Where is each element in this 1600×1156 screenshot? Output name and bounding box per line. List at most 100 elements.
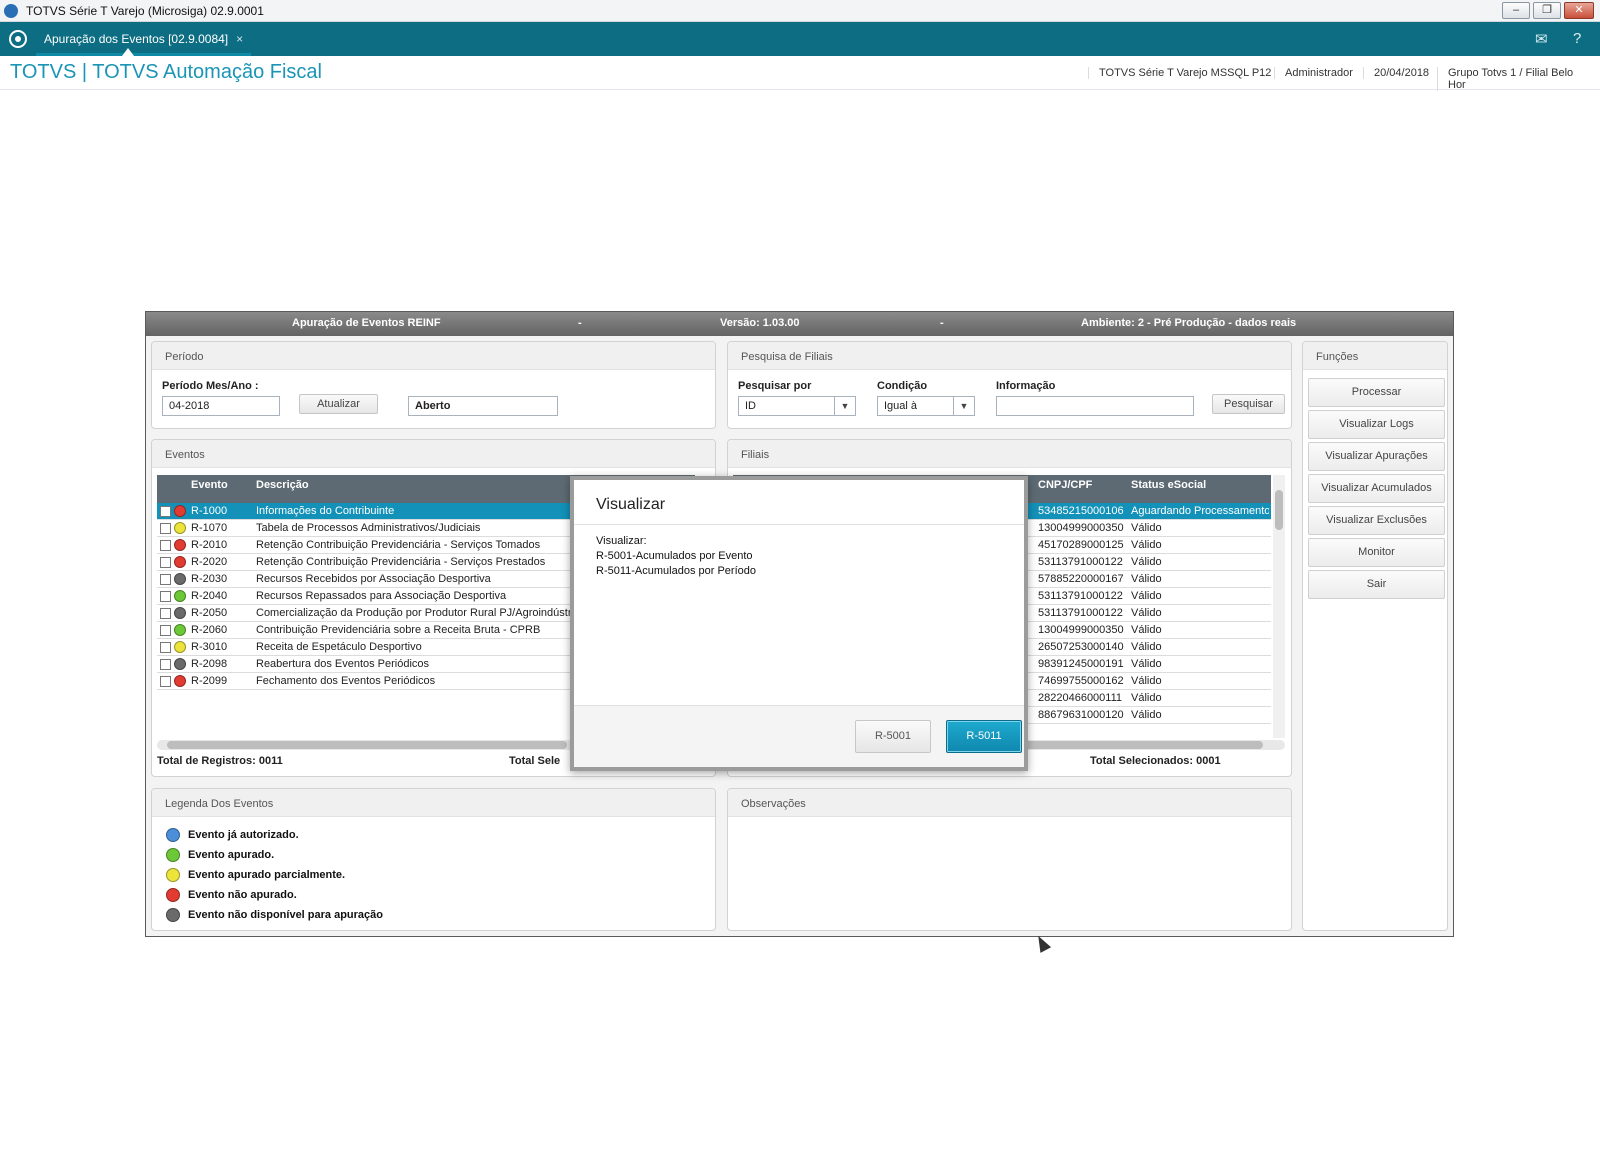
- status-dot-icon: [166, 828, 180, 842]
- status-dot-icon: [174, 641, 186, 653]
- visualizar-logs-button[interactable]: Visualizar Logs: [1308, 410, 1445, 439]
- filiais-vscrollbar[interactable]: [1273, 475, 1285, 738]
- filial-status: Válido: [1131, 522, 1162, 534]
- panel-header: Apuração de Eventos REINF - Versão: 1.03…: [146, 312, 1453, 336]
- panel-environment: Ambiente: 2 - Pré Produção - dados reais: [1081, 317, 1297, 329]
- processar-button[interactable]: Processar: [1308, 378, 1445, 407]
- condicao-select[interactable]: Igual à ▼: [877, 396, 975, 416]
- status-dot-icon: [174, 539, 186, 551]
- legend-label: Evento apurado.: [188, 849, 275, 861]
- tab-close-icon[interactable]: ×: [236, 32, 243, 46]
- evento-code: R-3010: [191, 641, 228, 653]
- dialog-footer: R-5001 R-5011: [574, 705, 1024, 767]
- pesquisar-por-label: Pesquisar por: [738, 380, 812, 392]
- periodo-title: Período: [152, 342, 715, 370]
- row-checkbox[interactable]: [160, 625, 171, 636]
- scroll-thumb[interactable]: [1275, 490, 1283, 530]
- tab-bar: Apuração dos Eventos [02.9.0084] × ✉ ?: [0, 22, 1600, 56]
- condicao-value: Igual à: [884, 400, 918, 412]
- evento-code: R-1070: [191, 522, 228, 534]
- filial-status: Válido: [1131, 539, 1162, 551]
- filial-status: Válido: [1131, 607, 1162, 619]
- tab-apuracao-eventos[interactable]: Apuração dos Eventos [02.9.0084] ×: [36, 22, 252, 56]
- col-descricao: Descrição: [256, 479, 309, 491]
- status-dot-icon: [174, 590, 186, 602]
- row-checkbox[interactable]: [160, 608, 171, 619]
- row-checkbox[interactable]: [160, 676, 171, 687]
- atualizar-button[interactable]: Atualizar: [299, 394, 378, 414]
- scroll-thumb[interactable]: [167, 741, 567, 749]
- periodo-input[interactable]: 04-2018: [162, 396, 280, 416]
- filial-cnpj: 98391245000191: [1038, 658, 1124, 670]
- evento-code: R-2060: [191, 624, 228, 636]
- row-checkbox[interactable]: [160, 523, 171, 534]
- filial-cnpj: 13004999000350: [1038, 624, 1124, 636]
- row-checkbox[interactable]: [160, 642, 171, 653]
- monitor-button[interactable]: Monitor: [1308, 538, 1445, 567]
- filial-cnpj: 53113791000122: [1038, 607, 1123, 619]
- totvs-logo-icon[interactable]: [9, 30, 27, 48]
- visualizar-acumulados-button[interactable]: Visualizar Acumulados: [1308, 474, 1445, 503]
- restore-icon[interactable]: ❐: [1533, 2, 1561, 19]
- sair-button[interactable]: Sair: [1308, 570, 1445, 599]
- status-dot-icon: [174, 675, 186, 687]
- funcoes-title: Funções: [1303, 342, 1447, 370]
- chevron-down-icon[interactable]: ▼: [834, 397, 855, 415]
- status-dot-icon: [166, 868, 180, 882]
- filiais-total-selecionados: Total Selecionados: 0001: [1090, 755, 1221, 767]
- row-checkbox[interactable]: [160, 506, 171, 517]
- app-header: TOTVS | TOTVS Automação Fiscal TOTVS Sér…: [0, 56, 1600, 91]
- legend-label: Evento não disponível para apuração: [188, 909, 383, 921]
- funcoes-group: Funções Processar Visualizar Logs Visual…: [1302, 341, 1448, 931]
- col-status-esocial: Status eSocial: [1131, 479, 1207, 491]
- status-dot-icon: [174, 505, 186, 517]
- pesquisar-button[interactable]: Pesquisar: [1212, 394, 1285, 414]
- observacoes-title: Observações: [728, 789, 1291, 817]
- observacoes-group: Observações: [727, 788, 1292, 931]
- dialog-title: Visualizar: [596, 496, 666, 513]
- evento-code: R-2030: [191, 573, 228, 585]
- informacao-input[interactable]: [996, 396, 1194, 416]
- filial-cnpj: 53485215000106: [1038, 505, 1124, 517]
- legenda-group: Legenda Dos Eventos Evento já autorizado…: [151, 788, 716, 931]
- pesquisar-por-select[interactable]: ID ▼: [738, 396, 856, 416]
- evento-code: R-1000: [191, 505, 228, 517]
- filial-cnpj: 57885220000167: [1038, 573, 1124, 585]
- legend-item: Evento não apurado.: [166, 888, 297, 902]
- status-dot-icon: [166, 848, 180, 862]
- r5001-button[interactable]: R-5001: [855, 720, 931, 753]
- status-dot-icon: [174, 522, 186, 534]
- minimize-icon[interactable]: –: [1502, 2, 1530, 19]
- filial-cnpj: 53113791000122: [1038, 590, 1123, 602]
- mail-icon[interactable]: ✉: [1535, 30, 1548, 48]
- periodo-label: Período Mes/Ano :: [162, 380, 259, 392]
- pesquisar-por-value: ID: [745, 400, 756, 412]
- tab-active-indicator: [122, 48, 134, 56]
- row-checkbox[interactable]: [160, 659, 171, 670]
- evento-code: R-2010: [191, 539, 228, 551]
- status-dot-icon: [174, 624, 186, 636]
- periodo-status: Aberto: [408, 396, 558, 416]
- help-icon[interactable]: ?: [1573, 30, 1581, 47]
- row-checkbox[interactable]: [160, 540, 171, 551]
- visualizar-exclusoes-button[interactable]: Visualizar Exclusões: [1308, 506, 1445, 535]
- r5011-button[interactable]: R-5011: [946, 720, 1022, 753]
- filial-status: Válido: [1131, 658, 1162, 670]
- row-checkbox[interactable]: [160, 591, 171, 602]
- filial-status: Válido: [1131, 675, 1162, 687]
- status-dot-icon: [174, 556, 186, 568]
- dialog-body: Visualizar: R-5001-Acumulados por Evento…: [596, 534, 756, 579]
- panel-version: Versão: 1.03.00: [720, 317, 800, 329]
- panel-title: Apuração de Eventos REINF: [292, 317, 441, 329]
- close-icon[interactable]: ✕: [1564, 2, 1594, 19]
- row-checkbox[interactable]: [160, 574, 171, 585]
- legenda-title: Legenda Dos Eventos: [152, 789, 715, 817]
- pesquisa-filiais-group: Pesquisa de Filiais Pesquisar por ID ▼ C…: [727, 341, 1292, 429]
- legend-label: Evento já autorizado.: [188, 829, 299, 841]
- filial-cnpj: 45170289000125: [1038, 539, 1124, 551]
- chevron-down-icon[interactable]: ▼: [953, 397, 974, 415]
- row-checkbox[interactable]: [160, 557, 171, 568]
- status-dot-icon: [174, 573, 186, 585]
- evento-code: R-2098: [191, 658, 228, 670]
- visualizar-apuracoes-button[interactable]: Visualizar Apurações: [1308, 442, 1445, 471]
